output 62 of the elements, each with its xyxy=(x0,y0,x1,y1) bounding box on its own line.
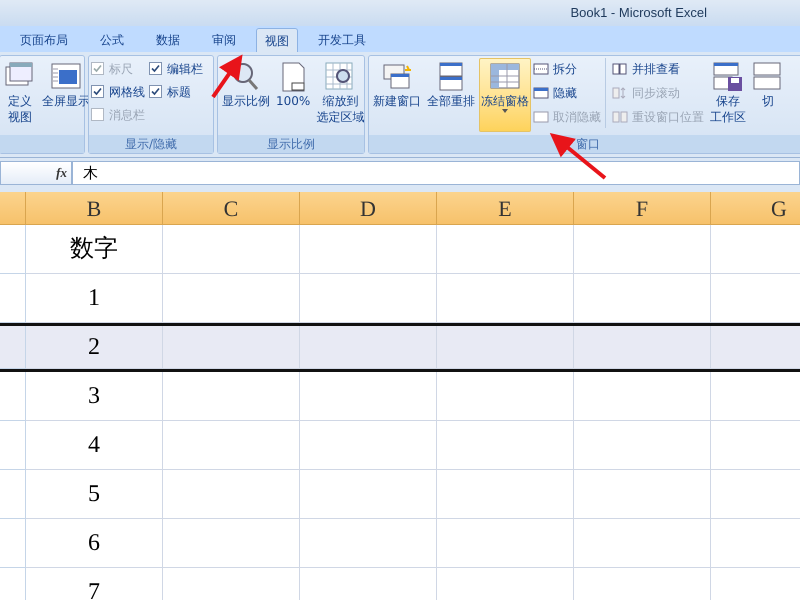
sheet-row[interactable]: 4 xyxy=(0,421,800,470)
ribbon-tab[interactable]: 审阅 xyxy=(210,28,238,52)
sync-scroll-icon xyxy=(612,86,628,100)
sheet-row[interactable]: 5 xyxy=(0,470,800,519)
select-all-corner[interactable] xyxy=(0,192,26,225)
ribbon-button[interactable]: 缩放到 选定区域 xyxy=(314,58,366,132)
ribbon-button[interactable]: 100% xyxy=(274,58,312,132)
sheet-row[interactable]: 1 xyxy=(0,274,800,323)
ribbon-tab[interactable]: 视图 xyxy=(256,28,298,52)
checkbox-label[interactable]: 网格线 xyxy=(109,82,145,100)
cell-text: 4 xyxy=(88,431,100,460)
checkbox-label[interactable]: 标题 xyxy=(167,82,191,100)
cell-text: 3 xyxy=(88,382,100,411)
window-icon xyxy=(533,110,549,124)
column-header[interactable]: B xyxy=(26,192,163,225)
column-header[interactable]: D xyxy=(300,192,437,225)
row-header[interactable] xyxy=(0,326,26,369)
checkbox[interactable] xyxy=(149,62,162,75)
function-label[interactable]: fx xyxy=(56,163,67,183)
cell-text: 7 xyxy=(88,578,100,600)
cell-text: 2 xyxy=(88,333,100,362)
column-header[interactable]: E xyxy=(437,192,574,225)
column-header[interactable]: C xyxy=(163,192,300,225)
sheet-row[interactable]: 3 xyxy=(0,372,800,421)
cell-text: 1 xyxy=(88,284,100,313)
formula-field[interactable]: 木 xyxy=(72,161,800,185)
cell-text: 5 xyxy=(88,480,100,509)
column-header[interactable]: G xyxy=(711,192,800,225)
sheet-row[interactable]: 2 xyxy=(0,323,800,372)
annotation-arrow xyxy=(550,132,606,180)
checkbox-label[interactable]: 编辑栏 xyxy=(167,60,203,78)
cell-text: 6 xyxy=(88,529,100,558)
ribbon-button[interactable]: 全部重排 xyxy=(425,58,477,132)
group-label: 显示/隐藏 xyxy=(124,136,178,153)
window-pair-icon xyxy=(612,110,628,124)
window-icon xyxy=(533,86,549,100)
ribbon-button[interactable]: 定义 视图 xyxy=(2,58,38,132)
ribbon-tab[interactable]: 页面布局 xyxy=(18,28,70,52)
ribbon-button[interactable]: 拆分 xyxy=(533,58,601,80)
save-disk-icon xyxy=(712,61,744,93)
ribbon-tab[interactable]: 开发工具 xyxy=(316,28,368,52)
group-label: 窗口 xyxy=(576,136,600,153)
split-window-icon xyxy=(533,62,549,76)
ribbon-button[interactable]: 新建窗口 xyxy=(371,58,423,132)
ribbon-button[interactable]: 并排查看 xyxy=(612,58,704,80)
checkbox[interactable] xyxy=(149,85,162,98)
column-header[interactable]: F xyxy=(574,192,711,225)
ribbon-button[interactable]: 切 xyxy=(750,58,786,132)
cell-text: 数字 xyxy=(70,234,118,264)
checkbox[interactable] xyxy=(91,85,104,98)
ribbon-button[interactable]: 保存 工作区 xyxy=(708,58,748,132)
sheet-row[interactable]: 6 xyxy=(0,519,800,568)
sheet-row[interactable]: 数字 xyxy=(0,225,800,274)
ribbon-button[interactable]: 隐藏 xyxy=(533,82,601,104)
side-by-side-icon xyxy=(612,62,628,76)
window-title: Book1 - Microsoft Excel xyxy=(570,4,707,22)
ribbon-button[interactable]: 冻结窗格 xyxy=(479,58,531,132)
ribbon-button[interactable]: 显示比例 xyxy=(220,58,272,132)
ribbon-tab[interactable]: 公式 xyxy=(98,28,126,52)
name-box[interactable]: fx xyxy=(0,161,72,185)
ribbon-tab[interactable]: 数据 xyxy=(154,28,182,52)
group-label: 显示比例 xyxy=(267,136,315,153)
